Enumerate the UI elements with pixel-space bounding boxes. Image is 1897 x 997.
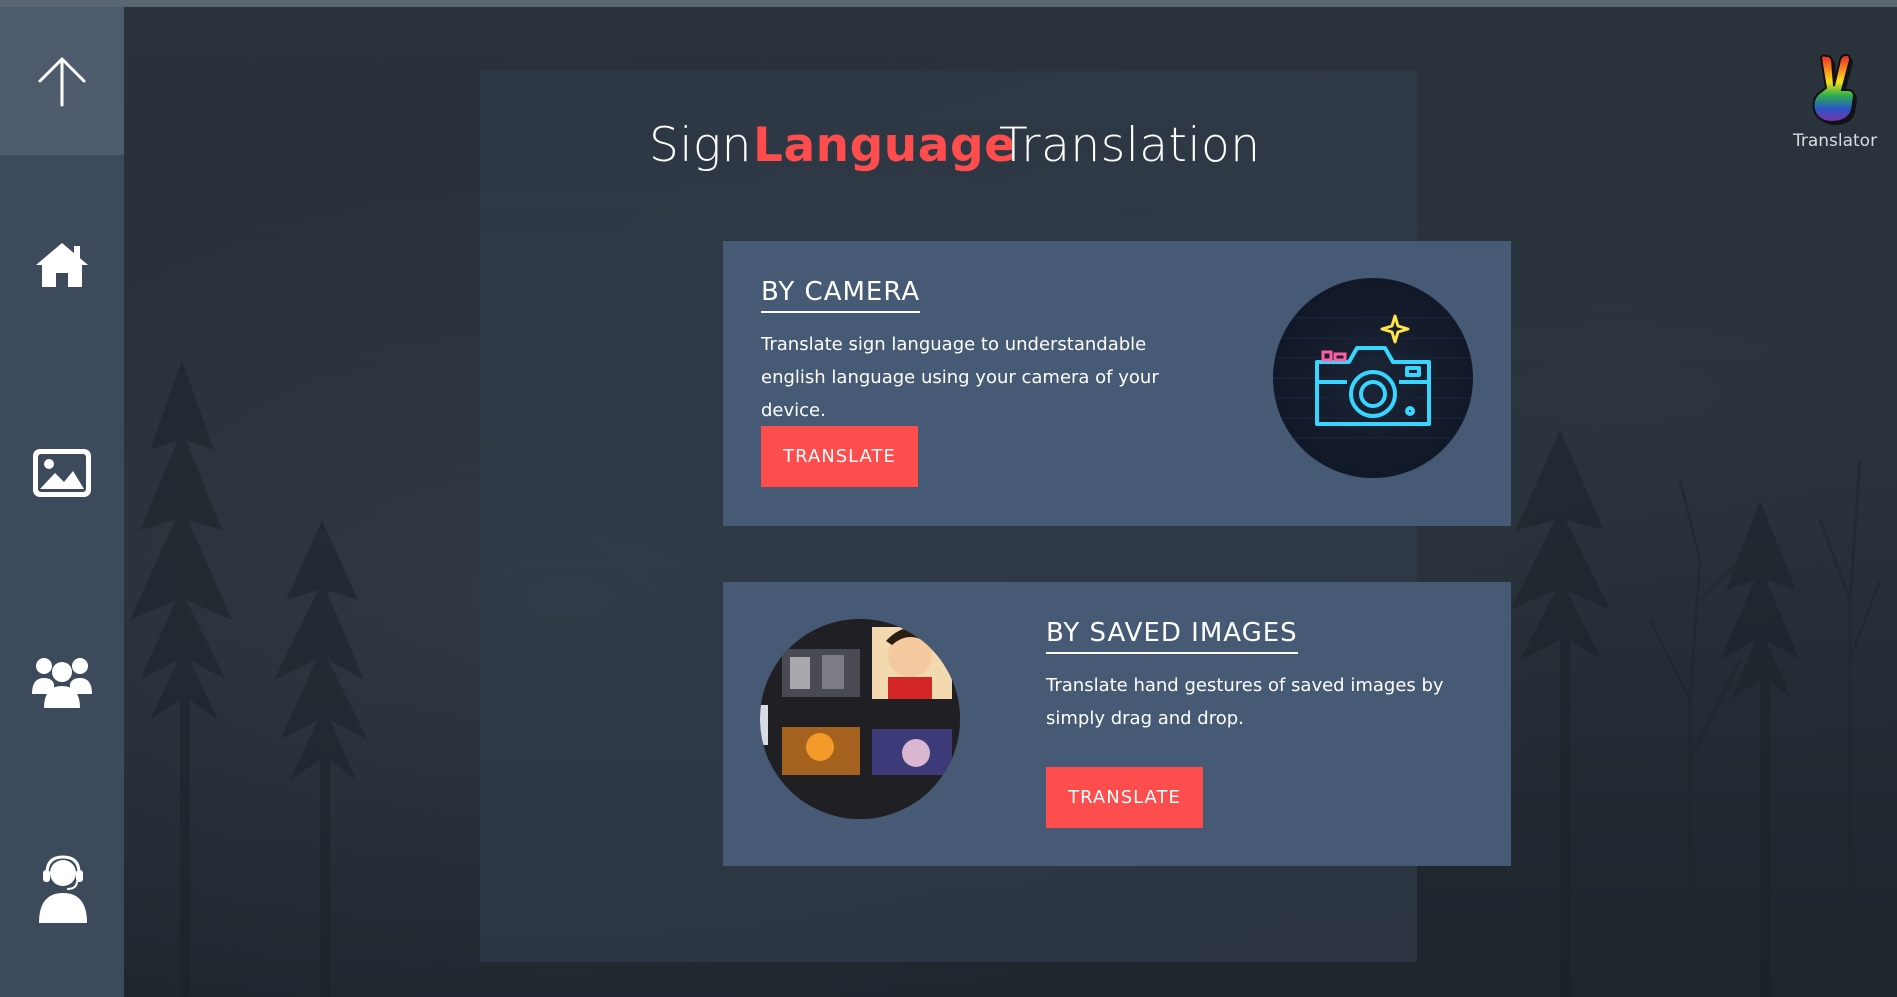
sidebar-item-support[interactable] [0,845,124,935]
title-highlight: Language [753,118,1017,173]
camera-card: BY CAMERA Translate sign language to und… [723,241,1511,526]
neon-camera-image [1273,278,1473,478]
image-icon [33,449,91,497]
saved-images-card-description: Translate hand gestures of saved images … [1046,675,1444,729]
sidebar-item-team[interactable] [0,637,124,727]
saved-images-translate-button[interactable]: TRANSLATE [1046,767,1203,828]
brand-label: Translator [1792,131,1878,151]
saved-images-collage [760,619,960,819]
image-collage-icon [760,619,960,819]
arrow-up-icon [38,57,86,107]
camera-card-heading: BY CAMERA [761,277,921,313]
camera-card-description: Translate sign language to understandabl… [761,334,1159,421]
title-part2: Translation [999,118,1261,173]
window-top-border [0,0,1897,7]
saved-images-card-heading: BY SAVED IMAGES [1046,618,1298,654]
home-icon [36,243,88,287]
neon-camera-icon [1273,314,1473,439]
peace-hand-rainbow-icon [1812,53,1857,125]
users-icon [32,658,92,708]
sidebar-item-home[interactable] [0,220,124,310]
support-agent-icon [39,855,87,923]
camera-translate-button[interactable]: TRANSLATE [761,426,918,487]
title-part1: Sign [649,118,752,173]
scroll-up-button[interactable] [0,7,124,155]
sidebar [0,7,124,997]
sidebar-item-images[interactable] [0,428,124,518]
saved-images-card: BY SAVED IMAGES Translate hand gestures … [723,582,1511,866]
